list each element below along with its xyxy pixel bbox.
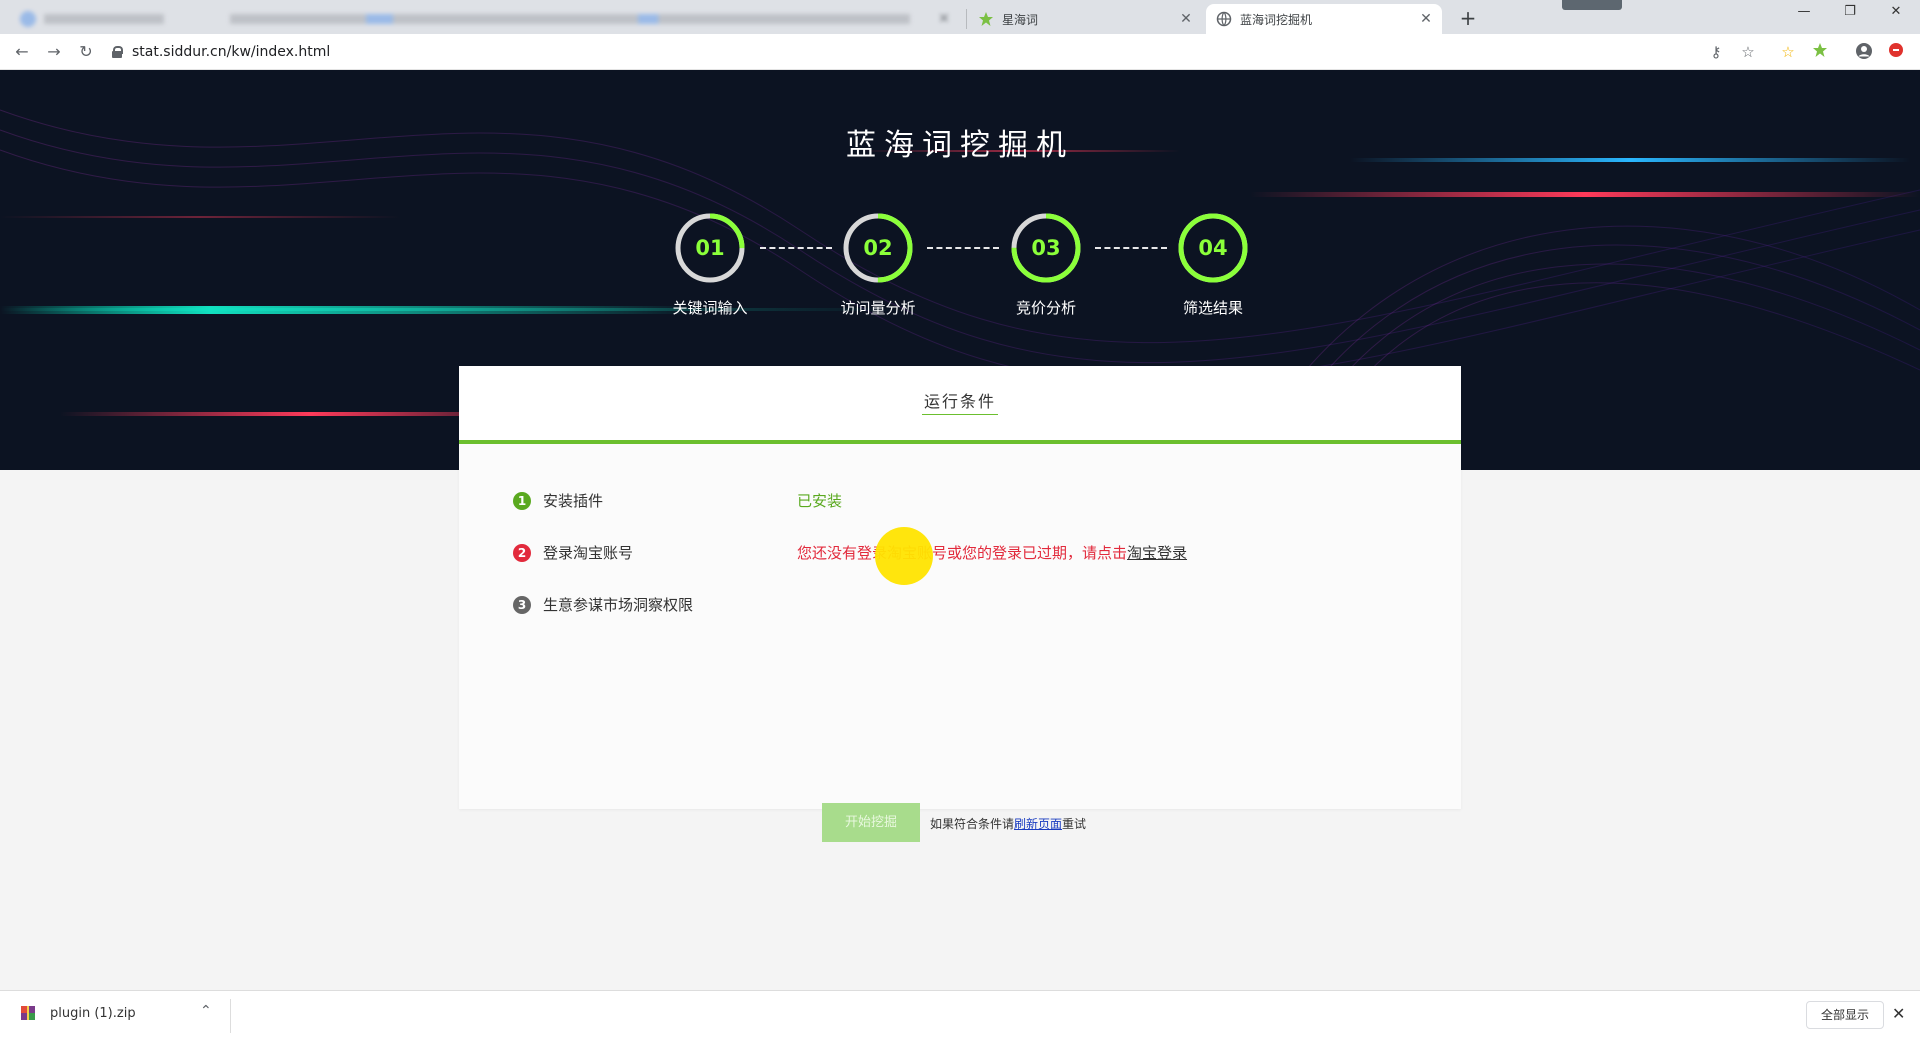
condition-label: 安装插件 (543, 492, 604, 510)
download-divider (230, 999, 231, 1033)
hint-suffix: 重试 (1062, 817, 1087, 831)
tab-title-blurred (230, 14, 910, 24)
condition-market-insight: 3 生意参谋市场洞察权限 (513, 594, 693, 615)
condition-label: 登录淘宝账号 (543, 544, 634, 562)
green-star-icon (978, 11, 994, 27)
download-bar: plugin (1).zip ⌃ 全部显示 ✕ (0, 990, 1920, 1040)
condition-taobao-login: 2 登录淘宝账号 您还没有登录淘宝账号或您的登录已过期，请点击淘宝登录 (513, 542, 1187, 563)
reload-button[interactable]: ↻ (76, 42, 96, 62)
step-filter-results: 04 筛选结果 (1143, 212, 1283, 318)
step-progress-ring: 03 (1010, 212, 1082, 284)
back-button[interactable]: ← (12, 42, 32, 62)
page-content: 蓝海词挖掘机 01 关键词输入 02 访问量分析 03 竞价分析 04 筛选结果… (0, 70, 1920, 990)
step-badge-icon: 2 (513, 543, 531, 562)
extension-green-icon[interactable] (1810, 42, 1830, 62)
zip-file-icon (20, 1005, 36, 1021)
tab-lanhaici[interactable]: 蓝海词挖掘机 ✕ (1206, 4, 1442, 34)
status-message: 您还没有登录淘宝账号或您的登录已过期，请点击 (797, 544, 1128, 562)
cursor-highlight (875, 527, 933, 585)
condition-status: 您还没有登录淘宝账号或您的登录已过期，请点击淘宝登录 (797, 542, 1187, 563)
overlay-widget (1562, 0, 1622, 10)
tab-blurred-1[interactable] (10, 4, 210, 34)
extension-star-icon[interactable]: ☆ (1778, 42, 1798, 62)
restore-button[interactable]: ❐ (1830, 4, 1870, 24)
step-progress-ring: 02 (842, 212, 914, 284)
step-label: 竞价分析 (1015, 299, 1076, 317)
profile-icon[interactable] (1854, 42, 1874, 62)
tab-title: 蓝海词挖掘机 (1240, 12, 1313, 27)
step-number: 02 (863, 236, 893, 260)
run-conditions-card: 运行条件 1 安装插件 已安装 2 登录淘宝账号 您还没有登录淘宝账号或您的登录… (459, 366, 1461, 809)
key-icon[interactable]: ⚷ (1706, 42, 1726, 62)
step-bid-analysis: 03 竞价分析 (976, 212, 1116, 318)
start-mining-button[interactable]: 开始挖掘 (822, 803, 920, 842)
tab-strip: ✕ 星海词 ✕ 蓝海词挖掘机 ✕ + — ❐ ✕ (0, 0, 1920, 34)
new-tab-button[interactable]: + (1456, 6, 1480, 30)
refresh-page-link[interactable]: 刷新页面 (1014, 817, 1062, 831)
card-header: 运行条件 (459, 366, 1461, 444)
step-number: 04 (1198, 236, 1228, 260)
tab-divider (966, 9, 967, 29)
step-progress-ring: 04 (1177, 212, 1249, 284)
browser-toolbar: ← → ↻ stat.siddur.cn/kw/index.html ⚷ ☆ ☆ (0, 34, 1920, 70)
lock-icon (112, 46, 123, 58)
address-bar[interactable]: stat.siddur.cn/kw/index.html (112, 40, 330, 64)
step-progress-ring: 01 (674, 212, 746, 284)
step-traffic-analysis: 02 访问量分析 (808, 212, 948, 318)
condition-label: 生意参谋市场洞察权限 (543, 596, 694, 614)
url-text: stat.siddur.cn/kw/index.html (132, 44, 331, 60)
close-tab-icon[interactable]: ✕ (936, 11, 952, 27)
step-label: 关键词输入 (672, 299, 748, 317)
forward-button[interactable]: → (44, 42, 64, 62)
tab-title: 星海词 (1002, 12, 1039, 27)
tab-blurred-2[interactable]: ✕ (220, 4, 960, 34)
card-title: 运行条件 (921, 392, 998, 415)
tab-xinghaici[interactable]: 星海词 ✕ (968, 4, 1202, 34)
step-label: 筛选结果 (1182, 299, 1243, 317)
close-window-button[interactable]: ✕ (1876, 4, 1916, 24)
bookmark-star-icon[interactable]: ☆ (1738, 42, 1758, 62)
close-tab-icon[interactable]: ✕ (1418, 11, 1434, 27)
condition-install-plugin: 1 安装插件 已安装 (513, 490, 842, 511)
app-title: 蓝海词挖掘机 (846, 128, 1074, 163)
close-tab-icon[interactable]: ✕ (1178, 11, 1194, 27)
show-all-button[interactable]: 全部显示 (1806, 1001, 1884, 1029)
tab-favicon (20, 11, 36, 27)
step-badge-icon: 1 (513, 491, 531, 510)
step-number: 03 (1031, 236, 1061, 260)
taobao-login-link[interactable]: 淘宝登录 (1127, 544, 1187, 562)
close-download-bar-icon[interactable]: ✕ (1892, 1004, 1905, 1023)
globe-icon (1216, 11, 1232, 27)
step-label: 访问量分析 (840, 299, 916, 317)
extension-red-icon[interactable] (1886, 42, 1906, 62)
refresh-hint: 如果符合条件请刷新页面重试 (930, 815, 1086, 832)
step-badge-icon: 3 (513, 595, 531, 614)
chevron-up-icon[interactable]: ⌃ (200, 1003, 212, 1019)
step-number: 01 (695, 236, 725, 260)
condition-status: 已安装 (797, 492, 843, 510)
hint-prefix: 如果符合条件请 (930, 817, 1015, 831)
tab-title-blurred (44, 14, 164, 24)
step-keyword-input: 01 关键词输入 (640, 212, 780, 318)
minimize-button[interactable]: — (1784, 4, 1824, 24)
download-filename[interactable]: plugin (1).zip (50, 1006, 136, 1021)
